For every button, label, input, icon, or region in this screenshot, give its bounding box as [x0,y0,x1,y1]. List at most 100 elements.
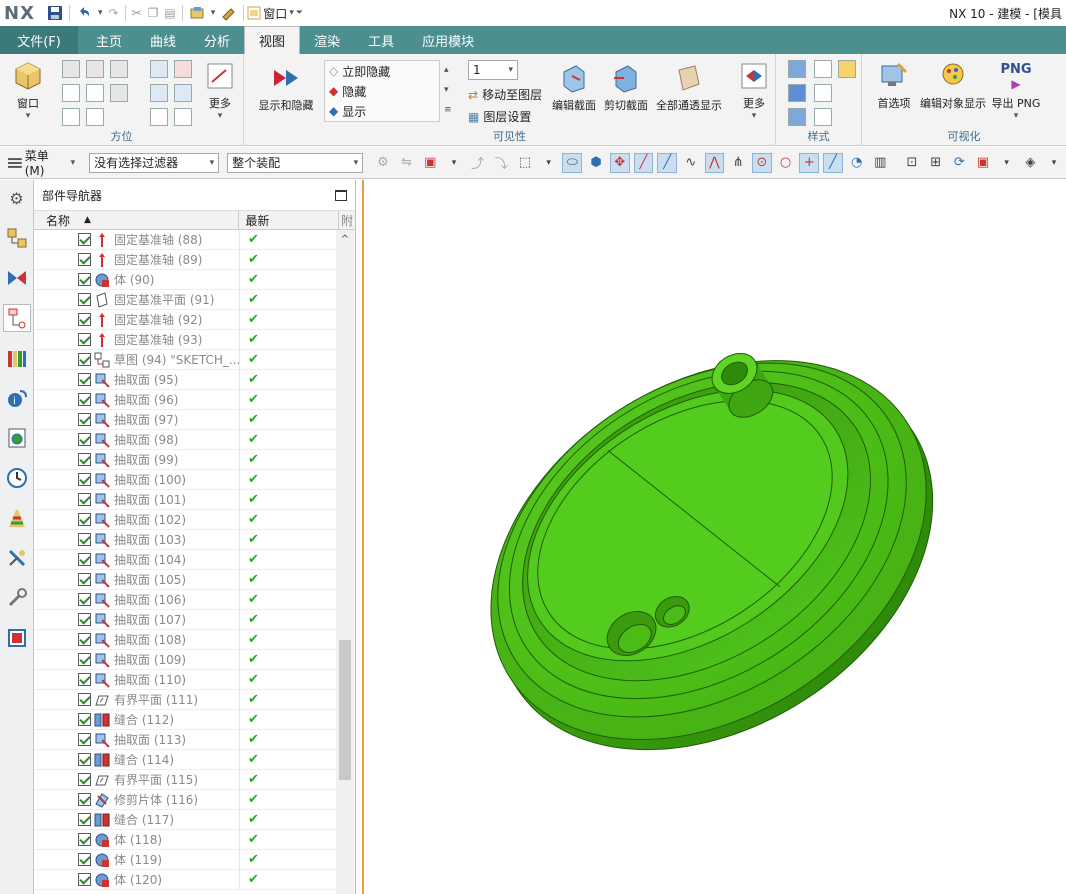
zoom-icon[interactable] [174,60,192,78]
repeat-command-icon[interactable] [186,3,208,23]
view-trimetric-icon[interactable] [62,60,80,78]
list-scroll-arrows[interactable]: ▴ ▾ ≡ [444,60,452,120]
deselect-icon[interactable]: ⤵ [491,153,511,173]
navigator-row[interactable]: 抽取面 (100) ✔ [34,470,336,490]
visibility-checkbox[interactable] [78,433,91,446]
navigator-row[interactable]: 缝合 (112) ✔ [34,710,336,730]
maximize-icon[interactable] [335,189,347,201]
column-extra-header[interactable]: 附 [339,212,355,229]
snap-point-icon[interactable]: ✥ [609,152,630,173]
navigator-row[interactable]: 有界平面 (115) ✔ [34,770,336,790]
navigator-scrollbar[interactable]: ^ [336,230,354,894]
edit-section-button[interactable]: 编辑截面 [550,62,598,113]
all-transparent-button[interactable]: 全部通透显示 [654,62,724,113]
visibility-checkbox[interactable] [78,793,91,806]
edit-object-display-button[interactable]: 编辑对象显示 [918,60,988,111]
show-and-hide-button[interactable]: 显示和隐藏 [254,62,318,113]
navigator-row[interactable]: 抽取面 (106) ✔ [34,590,336,610]
touch-mode-icon[interactable] [218,3,240,23]
pan-icon[interactable] [150,84,168,102]
scrollbar-thumb[interactable] [339,640,351,780]
visibility-checkbox[interactable] [78,653,91,666]
quadrant-icon[interactable]: ○ [776,153,796,173]
view-bottom-icon[interactable] [62,108,80,126]
view-front-icon[interactable] [86,60,104,78]
navigator-row[interactable]: 修剪片体 (116) ✔ [34,790,336,810]
navigator-row[interactable]: 固定基准轴 (93) ✔ [34,330,336,350]
orbit-icon[interactable]: ⟳ [949,153,969,173]
fit-view-icon[interactable] [150,60,168,78]
visibility-checkbox[interactable] [78,833,91,846]
repeat-dropdown-icon[interactable]: ▾ [208,3,219,23]
shaded-edges-icon[interactable] [788,84,806,102]
dropdown-icon[interactable]: ▾ [444,153,464,173]
navigator-row[interactable]: 抽取面 (110) ✔ [34,670,336,690]
visibility-checkbox[interactable] [78,553,91,566]
zoom-window-icon[interactable]: ⊞ [926,153,946,173]
export-png-button[interactable]: PNG ▶ 导出 PNG ▾ [988,60,1044,122]
navigator-row[interactable]: 抽取面 (113) ✔ [34,730,336,750]
save-icon[interactable] [44,3,66,23]
orientation-more-button[interactable]: 更多 ▾ [200,60,240,121]
clip-section-button[interactable]: 剪切截面 [602,62,650,113]
pick-icon[interactable]: ⤴ [468,153,488,173]
selection-filter-select[interactable]: 没有选择过滤器 ▾ [89,152,220,173]
navigator-row[interactable]: 抽取面 (97) ✔ [34,410,336,430]
navigator-row[interactable]: 抽取面 (109) ✔ [34,650,336,670]
view-top-icon[interactable] [62,84,80,102]
tab-home[interactable]: 主页 [82,26,136,54]
visibility-checkbox[interactable] [78,673,91,686]
navigator-row[interactable]: 体 (118) ✔ [34,830,336,850]
visibility-checkbox[interactable] [78,593,91,606]
reuse-library-icon[interactable] [3,344,31,372]
select-faces-icon[interactable]: ⬭ [562,152,583,173]
navigator-row[interactable]: 体 (90) ✔ [34,270,336,290]
menu-button[interactable]: 菜单(M) ▾ [8,147,75,178]
view-right-icon[interactable] [110,84,128,102]
column-latest-header[interactable]: 最新 [239,211,340,229]
navigator-row[interactable]: 抽取面 (103) ✔ [34,530,336,550]
column-name-header[interactable]: 名称 ▲ [34,211,240,229]
bounded-grid-icon[interactable]: ▥ [870,153,890,173]
dropdown-icon[interactable]: ▾ [1044,153,1064,173]
tab-render[interactable]: 渲染 [300,26,354,54]
visibility-checkbox[interactable] [78,473,91,486]
instant-hide-item[interactable]: ◇ 立即隐藏 [325,61,439,81]
partial-shaded-icon[interactable] [788,108,806,126]
tab-analysis[interactable]: 分析 [190,26,244,54]
history-icon[interactable] [3,464,31,492]
navigator-row[interactable]: 缝合 (117) ✔ [34,810,336,830]
cut-icon[interactable]: ✂ [129,3,145,23]
tab-tools[interactable]: 工具 [354,26,408,54]
visibility-checkbox[interactable] [78,773,91,786]
visibility-checkbox[interactable] [78,633,91,646]
arc-center-icon[interactable]: ⊙ [752,152,772,173]
redo-icon[interactable]: ↷ [106,3,122,23]
visibility-checkbox[interactable] [78,713,91,726]
tab-view[interactable]: 视图 [244,26,301,54]
graphics-window[interactable] [362,180,1066,894]
feature-select-icon[interactable]: ▣ [420,153,440,173]
navigator-row[interactable]: 固定基准平面 (91) ✔ [34,290,336,310]
show-item[interactable]: ◆ 显示 [325,101,439,121]
preferences-button[interactable]: 首选项 [872,60,916,111]
visibility-checkbox[interactable] [78,613,91,626]
navigator-row[interactable]: 草图 (94) "SKETCH_... ✔ [34,350,336,370]
layer-select[interactable]: 1 ▾ [468,60,518,80]
visibility-checkbox[interactable] [78,493,91,506]
undo-icon[interactable] [73,3,95,23]
face-analysis-icon[interactable] [838,60,856,78]
view-isometric-icon[interactable] [110,60,128,78]
navigator-row[interactable]: 固定基准轴 (89) ✔ [34,250,336,270]
gear-icon[interactable]: ⚙ [3,184,31,212]
navigator-row[interactable]: 抽取面 (101) ✔ [34,490,336,510]
navigator-row[interactable]: 抽取面 (105) ✔ [34,570,336,590]
tab-application[interactable]: 应用模块 [408,26,488,54]
dropdown-icon[interactable]: ▾ [539,153,559,173]
navigator-row[interactable]: 抽取面 (98) ✔ [34,430,336,450]
visibility-checkbox[interactable] [78,693,91,706]
visibility-checkbox[interactable] [78,453,91,466]
spline-icon[interactable]: ∿ [681,153,701,173]
visibility-checkbox[interactable] [78,573,91,586]
navigator-row[interactable]: 抽取面 (96) ✔ [34,390,336,410]
